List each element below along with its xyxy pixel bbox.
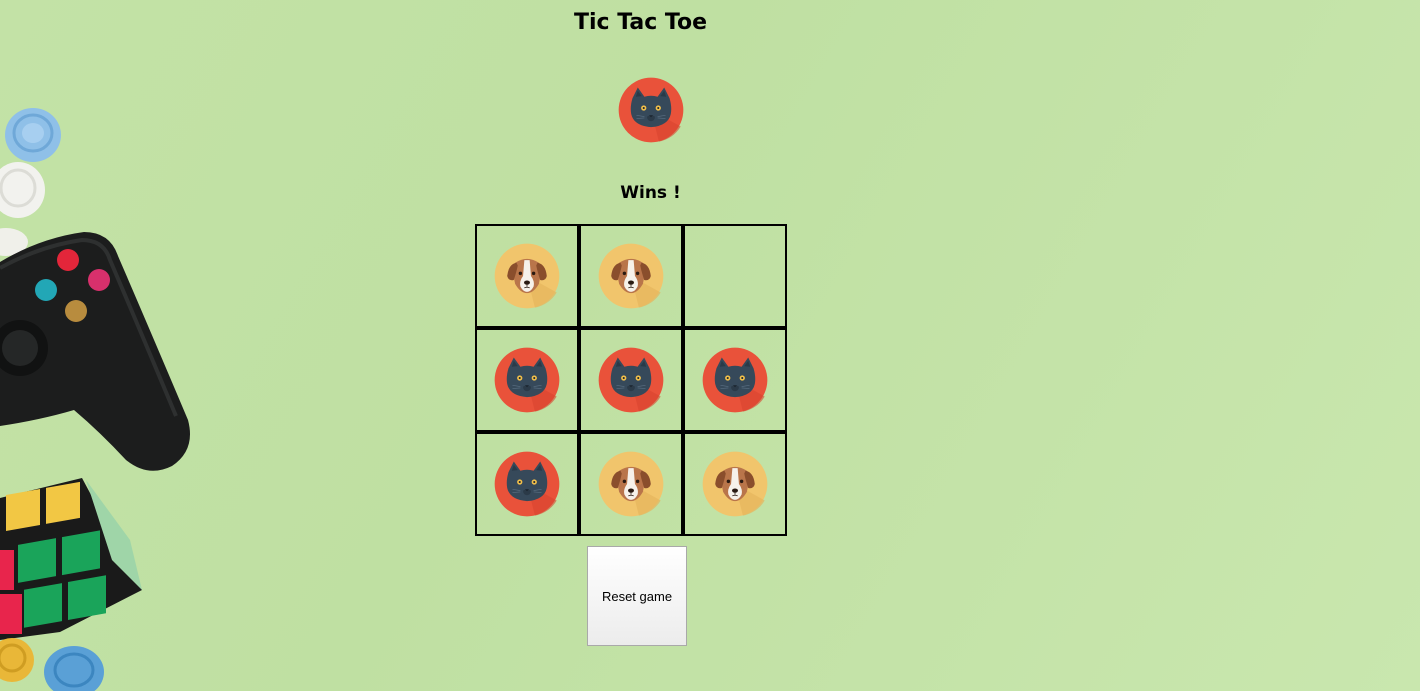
dog-icon [598,451,664,517]
controller-icon [0,232,190,471]
cat-icon [598,347,664,413]
board-cell-6[interactable] [683,328,787,432]
page-title: Tic Tac Toe [573,10,708,35]
rubiks-cube-icon [0,478,142,640]
cat-icon [494,451,560,517]
board-cell-4[interactable] [475,328,579,432]
white-chip-icon [0,162,45,256]
board-cell-3[interactable] [683,224,787,328]
board-cell-9[interactable] [683,432,787,536]
blue-chip-icon [5,108,61,162]
board-cell-2[interactable] [579,224,683,328]
board-cell-5[interactable] [579,328,683,432]
cat-icon [702,347,768,413]
board-cell-1[interactable] [475,224,579,328]
reset-game-button[interactable]: Reset game [587,546,687,646]
yellow-chip-icon [0,638,34,682]
background-decoration [0,108,190,691]
game-board [475,224,787,536]
blue-chip-icon [44,646,104,691]
winner-message: Wins ! [620,183,681,203]
winner-cat-icon [618,77,684,143]
cat-icon [494,347,560,413]
dog-icon [702,451,768,517]
board-cell-7[interactable] [475,432,579,536]
dog-icon [598,243,664,309]
dog-icon [494,243,560,309]
board-cell-8[interactable] [579,432,683,536]
